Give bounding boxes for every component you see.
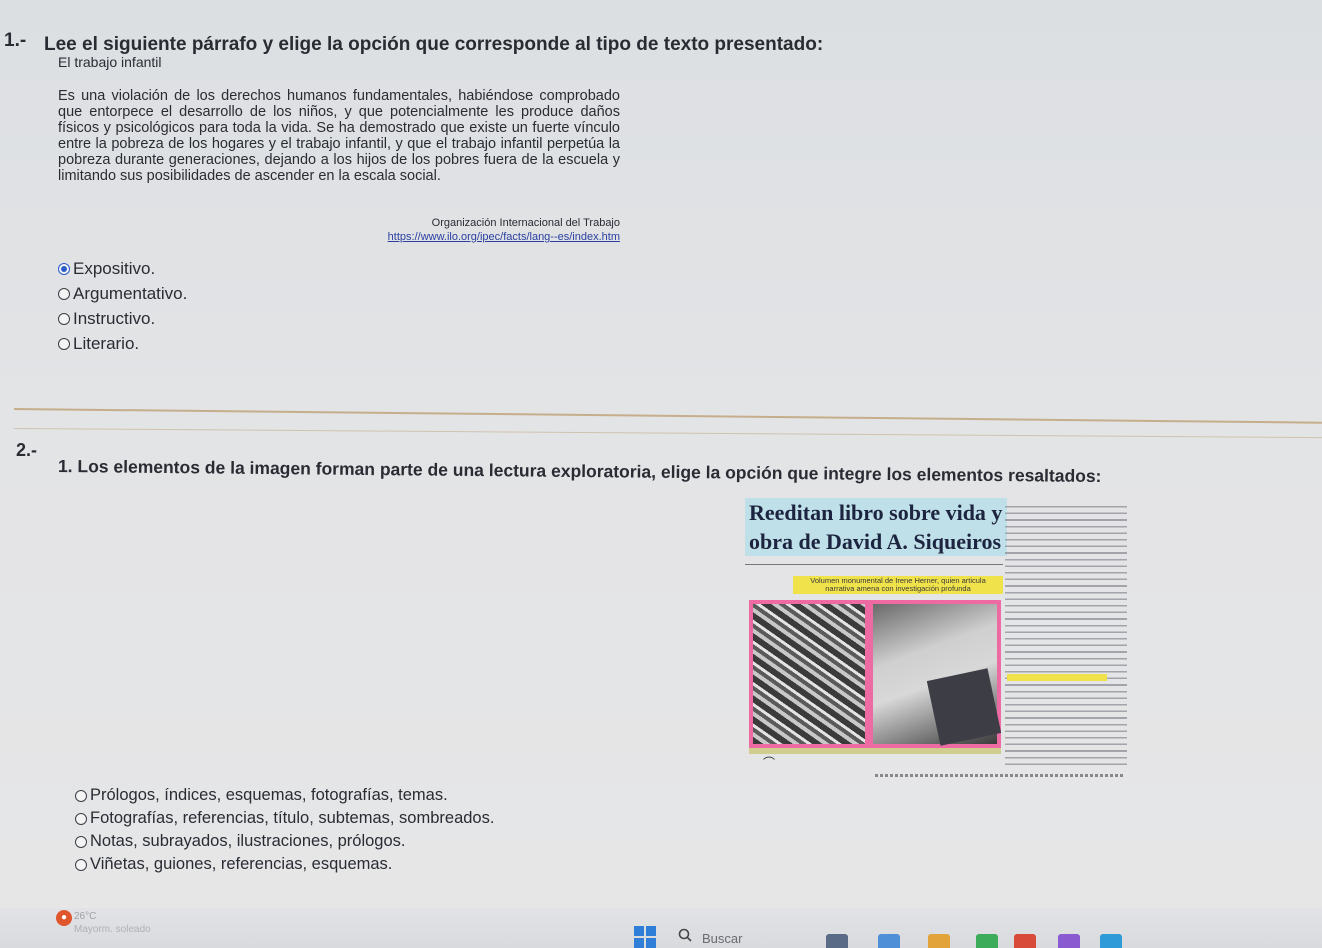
- book-cover-image: [926, 668, 1002, 746]
- newspaper-rule: [745, 564, 1003, 565]
- question-1-options: Expositivo. Argumentativo. Instructivo. …: [58, 256, 187, 356]
- taskbar-search-label[interactable]: Buscar: [702, 931, 742, 946]
- option-literario[interactable]: Literario.: [58, 331, 187, 356]
- article-url: [875, 774, 1125, 777]
- option-d[interactable]: Viñetas, guiones, referencias, esquemas.: [75, 853, 494, 876]
- radio-icon[interactable]: [58, 287, 70, 300]
- taskbar-app-icon[interactable]: [1014, 934, 1036, 948]
- radio-icon[interactable]: [75, 789, 87, 802]
- option-label: Expositivo.: [73, 258, 156, 278]
- taskbar-app-icon[interactable]: [1058, 934, 1080, 948]
- source-link[interactable]: https://www.ilo.org/ipec/facts/lang--es/…: [388, 231, 620, 243]
- option-label: Literario.: [73, 333, 140, 353]
- option-label: Fotografías, referencias, título, subtem…: [90, 809, 495, 827]
- search-icon[interactable]: [678, 928, 692, 942]
- option-c[interactable]: Notas, subrayados, ilustraciones, prólog…: [75, 830, 494, 853]
- article-text-column: [1005, 506, 1127, 768]
- taskbar-app-icon[interactable]: [826, 934, 848, 948]
- radio-icon[interactable]: [75, 858, 87, 871]
- newspaper-headline: Reeditan libro sobre vida y obra de Davi…: [745, 498, 1007, 556]
- option-argumentativo[interactable]: Argumentativo.: [58, 281, 187, 306]
- newspaper-subheadline: Volumen monumental de Irene Herner, quie…: [793, 576, 1003, 594]
- arrow-icon: ⌒: [763, 756, 776, 770]
- option-a[interactable]: Prólogos, índices, esquemas, fotografías…: [75, 784, 494, 807]
- section-divider: [13, 428, 1322, 439]
- weather-icon[interactable]: ●: [56, 910, 72, 926]
- option-instructivo[interactable]: Instructivo.: [58, 306, 187, 331]
- source-organization: Organización Internacional del Trabajo: [431, 217, 620, 229]
- taskbar-app-icon[interactable]: [878, 934, 900, 948]
- option-label: Viñetas, guiones, referencias, esquemas.: [90, 855, 393, 873]
- question-1-number: 1.-: [4, 30, 27, 51]
- question-2-number: 2.-: [16, 440, 38, 460]
- photo-caption: [749, 748, 1001, 754]
- mural-photo: [749, 600, 869, 748]
- section-divider: [13, 408, 1322, 424]
- passage-paragraph: Es una violación de los derechos humanos…: [58, 88, 620, 184]
- radio-icon[interactable]: [58, 337, 70, 350]
- question-2-prompt: 1. Los elementos de la imagen forman par…: [57, 456, 1102, 487]
- option-label: Notas, subrayados, ilustraciones, prólog…: [90, 832, 406, 850]
- radio-icon[interactable]: [58, 312, 70, 325]
- radio-icon[interactable]: [75, 835, 87, 848]
- question-1-prompt: Lee el siguiente párrafo y elige la opci…: [44, 34, 824, 55]
- windows-taskbar: ● 26°C Mayorm. soleado Buscar: [0, 908, 1322, 948]
- option-label: Instructivo.: [73, 308, 156, 328]
- radio-selected-icon[interactable]: [58, 262, 70, 275]
- option-expositivo[interactable]: Expositivo.: [58, 256, 187, 281]
- question-2-options: Prólogos, índices, esquemas, fotografías…: [75, 784, 494, 876]
- passage-title: El trabajo infantil: [58, 54, 162, 70]
- taskbar-app-icon[interactable]: [1100, 934, 1122, 948]
- passage-source: Organización Internacional del Trabajo h…: [300, 216, 620, 244]
- weather-temperature[interactable]: 26°C: [74, 911, 96, 922]
- taskbar-app-icon[interactable]: [928, 934, 950, 948]
- author-photo: [869, 600, 1002, 748]
- option-label: Prólogos, índices, esquemas, fotografías…: [90, 786, 448, 804]
- weather-description[interactable]: Mayorm. soleado: [74, 924, 151, 935]
- option-b[interactable]: Fotografías, referencias, título, subtem…: [75, 807, 494, 830]
- option-label: Argumentativo.: [73, 283, 188, 303]
- start-icon[interactable]: [634, 926, 656, 948]
- newspaper-clipping-image: Reeditan libro sobre vida y obra de Davi…: [745, 498, 1127, 782]
- taskbar-app-icon[interactable]: [976, 934, 998, 948]
- radio-icon[interactable]: [75, 812, 87, 825]
- article-subheading-highlight: [1007, 674, 1107, 681]
